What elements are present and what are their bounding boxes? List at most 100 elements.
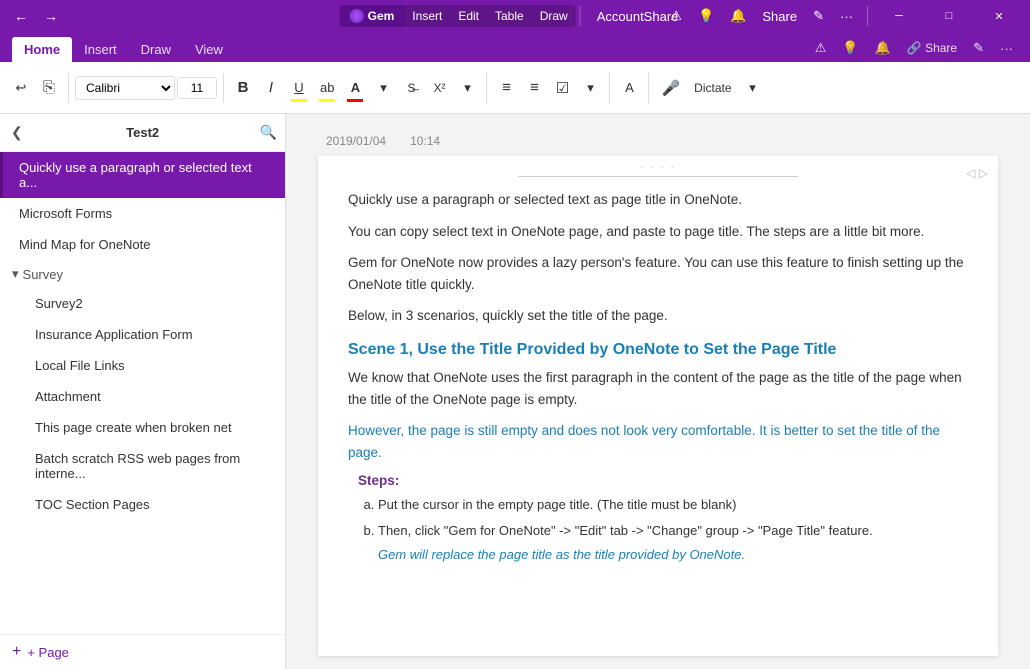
font-family-select[interactable]: Calibri: [75, 76, 175, 100]
sidebar-item-rss[interactable]: Batch scratch RSS web pages from interne…: [0, 443, 285, 489]
bell-ribbon-btn[interactable]: 🔔: [870, 38, 896, 58]
numbered-list-button[interactable]: ≡: [521, 70, 547, 106]
list-dropdown[interactable]: ▾: [577, 70, 603, 106]
subscript-button[interactable]: X²: [426, 70, 452, 106]
step-1: Put the cursor in the empty page title. …: [378, 494, 968, 516]
underline-label: U: [294, 80, 303, 95]
clear-format-button[interactable]: A: [616, 70, 642, 106]
bold-button[interactable]: B: [230, 70, 256, 106]
content-area: 2019/01/04 10:14 · · · · ◁ ▷ Quickly use…: [286, 114, 1030, 669]
sidebar-search-button[interactable]: 🔍: [260, 124, 277, 141]
lightbulb-ribbon-btn[interactable]: 💡: [837, 38, 863, 58]
gem-menu-group: Gem Insert Edit Table Draw: [340, 5, 576, 27]
share-ribbon-btn[interactable]: 🔗 Share: [902, 39, 962, 57]
dictate-dropdown[interactable]: ▾: [740, 70, 766, 106]
sidebar-item-toc[interactable]: TOC Section Pages: [0, 489, 285, 520]
format-dropdown[interactable]: ▾: [454, 70, 480, 106]
gem-label: Gem: [368, 9, 395, 23]
menu-draw-button[interactable]: Draw: [532, 5, 576, 27]
sidebar-item-attachment[interactable]: Attachment: [0, 381, 285, 412]
sidebar-title: Test2: [32, 125, 254, 140]
font-color-label: A: [351, 80, 360, 95]
gem-note: Gem will replace the page title as the t…: [378, 547, 968, 562]
menu-table-button[interactable]: Table: [487, 5, 532, 27]
sidebar-item-p3[interactable]: Mind Map for OneNote: [0, 229, 285, 260]
main-layout: ❮ Test2 🔍 Quickly use a paragraph or sel…: [0, 114, 1030, 669]
heading-1: Scene 1, Use the Title Provided by OneNo…: [348, 341, 968, 359]
add-page-label: + Page: [27, 645, 69, 660]
page-meta: 2019/01/04 10:14: [326, 134, 440, 148]
font-color-indicator: [347, 99, 363, 102]
app-title: AccountShare: [597, 9, 679, 24]
tab-home[interactable]: Home: [12, 37, 72, 62]
subheading-1: However, the page is still empty and doe…: [348, 420, 968, 463]
strikethrough-button[interactable]: S̶: [398, 70, 424, 106]
menu-insert-button[interactable]: Insert: [404, 5, 450, 27]
sidebar-back-button[interactable]: ❮: [8, 121, 26, 144]
ribbon-tabs: Home Insert Draw View ⚠ 💡 🔔 🔗 Share ✎ ··…: [0, 32, 1030, 62]
sidebar-item-p5[interactable]: Survey2: [0, 288, 285, 319]
minimize-button[interactable]: ─: [876, 0, 922, 32]
insights-button[interactable]: 💡: [692, 5, 720, 27]
title-bar: ← → Gem Insert Edit Table Draw AccountSh…: [0, 0, 1030, 32]
tab-draw[interactable]: Draw: [129, 37, 183, 62]
font-size-input[interactable]: [177, 77, 217, 99]
sidebar-item-local-links[interactable]: Local File Links: [0, 350, 285, 381]
sidebar-item-p2[interactable]: Microsoft Forms: [0, 198, 285, 229]
paragraph-5: We know that OneNote uses the first para…: [348, 367, 968, 410]
steps-label: Steps:: [358, 473, 968, 488]
bullet-list-button[interactable]: ≡: [493, 70, 519, 106]
undo-button[interactable]: ↩: [8, 70, 34, 106]
forward-button[interactable]: →: [38, 6, 64, 26]
close-button[interactable]: ✕: [976, 0, 1022, 32]
more-ribbon-btn[interactable]: ···: [995, 39, 1018, 58]
pen-ribbon-btn[interactable]: ✎: [968, 38, 989, 58]
highlight-color: [319, 99, 335, 102]
sidebar-pages: Quickly use a paragraph or selected text…: [0, 152, 285, 634]
dictate-button[interactable]: Dictate: [688, 70, 737, 106]
italic-button[interactable]: I: [258, 70, 284, 106]
checkbox-button[interactable]: ☑: [549, 70, 575, 106]
separator: [580, 6, 581, 26]
sidebar-section-survey[interactable]: ▾ Survey: [0, 260, 285, 288]
more-button[interactable]: ···: [834, 6, 859, 27]
menu-edit-button[interactable]: Edit: [450, 5, 487, 27]
nav-buttons: ← →: [8, 6, 64, 26]
sidebar-item-broken-net[interactable]: This page create when broken net: [0, 412, 285, 443]
chevron-down-icon: ▾: [12, 266, 19, 282]
alert-ribbon-btn[interactable]: ⚠: [810, 38, 832, 58]
sidebar-item-p1[interactable]: Quickly use a paragraph or selected text…: [0, 152, 285, 198]
microphone-button[interactable]: 🎤: [655, 70, 686, 106]
maximize-button[interactable]: □: [926, 0, 972, 32]
title-bar-left: ← →: [8, 6, 64, 26]
gem-icon: [350, 9, 364, 23]
edit-button[interactable]: ✎: [807, 5, 830, 27]
back-button[interactable]: ←: [8, 6, 34, 26]
paragraph-1: Quickly use a paragraph or selected text…: [348, 189, 968, 211]
gem-button[interactable]: Gem: [340, 5, 405, 27]
tab-view[interactable]: View: [183, 37, 235, 62]
sidebar-section-label: Survey: [23, 267, 63, 282]
notifications-button[interactable]: 🔔: [724, 5, 752, 27]
toolbar-sep-5: [648, 73, 649, 103]
page-date: 2019/01/04: [326, 134, 386, 148]
highlight-button[interactable]: ab: [314, 70, 340, 106]
sidebar: ❮ Test2 🔍 Quickly use a paragraph or sel…: [0, 114, 286, 669]
paste-button[interactable]: ⎘: [36, 70, 62, 106]
page-container: · · · · ◁ ▷ Quickly use a paragraph or s…: [318, 156, 998, 656]
font-color-button[interactable]: A: [342, 70, 368, 106]
toolbar-sep-1: [68, 73, 69, 103]
paragraph-3: Gem for OneNote now provides a lazy pers…: [348, 252, 968, 295]
ribbon-right-buttons: ⚠ 💡 🔔 🔗 Share ✎ ···: [810, 38, 1018, 62]
share-button[interactable]: Share: [756, 6, 803, 27]
color-dropdown[interactable]: ▾: [370, 70, 396, 106]
paragraph-4: Below, in 3 scenarios, quickly set the t…: [348, 305, 968, 327]
step-2: Then, click "Gem for OneNote" -> "Edit" …: [378, 520, 968, 542]
tab-insert[interactable]: Insert: [72, 37, 129, 62]
sidebar-item-insurance[interactable]: Insurance Application Form: [0, 319, 285, 350]
plus-icon: +: [12, 643, 21, 661]
add-page-button[interactable]: + + Page: [0, 634, 285, 669]
paragraph-2: You can copy select text in OneNote page…: [348, 221, 968, 243]
divider: [518, 176, 798, 177]
underline-button[interactable]: U: [286, 70, 312, 106]
